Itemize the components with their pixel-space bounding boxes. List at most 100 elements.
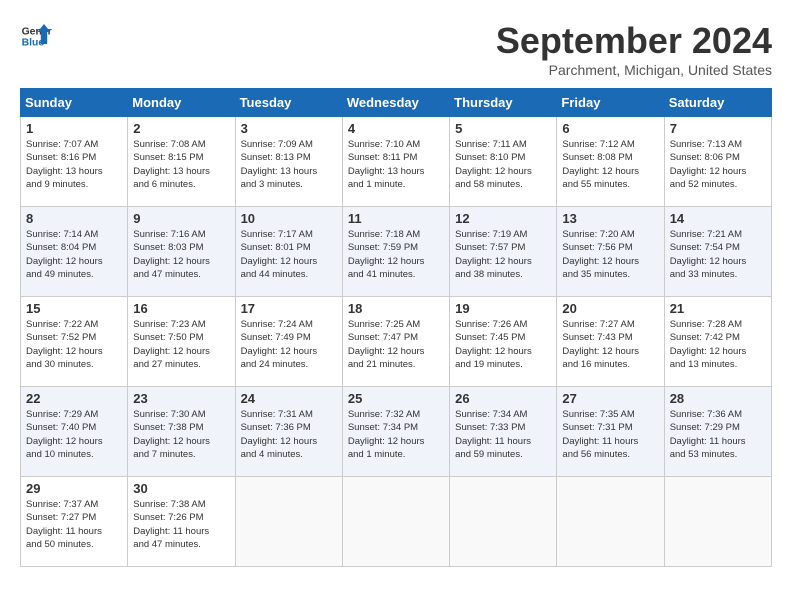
day-number: 9 — [133, 211, 229, 226]
day-cell: 19 Sunrise: 7:26 AM Sunset: 7:45 PM Dayli… — [450, 297, 557, 387]
day-number: 13 — [562, 211, 658, 226]
day-cell: 8 Sunrise: 7:14 AM Sunset: 8:04 PM Daylig… — [21, 207, 128, 297]
day-cell — [235, 477, 342, 567]
day-cell — [342, 477, 449, 567]
calendar-table: SundayMondayTuesdayWednesdayThursdayFrid… — [20, 88, 772, 567]
day-cell: 11 Sunrise: 7:18 AM Sunset: 7:59 PM Dayli… — [342, 207, 449, 297]
day-info: Sunrise: 7:16 AM Sunset: 8:03 PM Dayligh… — [133, 228, 229, 281]
week-row-5: 29 Sunrise: 7:37 AM Sunset: 7:27 PM Dayli… — [21, 477, 772, 567]
day-number: 1 — [26, 121, 122, 136]
title-block: September 2024 Parchment, Michigan, Unit… — [496, 20, 772, 78]
day-number: 11 — [348, 211, 444, 226]
day-info: Sunrise: 7:17 AM Sunset: 8:01 PM Dayligh… — [241, 228, 337, 281]
day-number: 19 — [455, 301, 551, 316]
location-subtitle: Parchment, Michigan, United States — [496, 62, 772, 78]
day-info: Sunrise: 7:30 AM Sunset: 7:38 PM Dayligh… — [133, 408, 229, 461]
day-info: Sunrise: 7:09 AM Sunset: 8:13 PM Dayligh… — [241, 138, 337, 191]
day-info: Sunrise: 7:23 AM Sunset: 7:50 PM Dayligh… — [133, 318, 229, 371]
day-info: Sunrise: 7:25 AM Sunset: 7:47 PM Dayligh… — [348, 318, 444, 371]
day-number: 25 — [348, 391, 444, 406]
day-number: 8 — [26, 211, 122, 226]
day-info: Sunrise: 7:31 AM Sunset: 7:36 PM Dayligh… — [241, 408, 337, 461]
day-info: Sunrise: 7:37 AM Sunset: 7:27 PM Dayligh… — [26, 498, 122, 551]
day-number: 6 — [562, 121, 658, 136]
day-info: Sunrise: 7:14 AM Sunset: 8:04 PM Dayligh… — [26, 228, 122, 281]
day-number: 17 — [241, 301, 337, 316]
week-row-4: 22Sunrise: 7:29 AM Sunset: 7:40 PM Dayli… — [21, 387, 772, 477]
day-cell: 1Sunrise: 7:07 AM Sunset: 8:16 PM Daylig… — [21, 117, 128, 207]
column-header-monday: Monday — [128, 89, 235, 117]
logo-icon: General Blue — [20, 20, 52, 52]
day-number: 20 — [562, 301, 658, 316]
day-cell: 7Sunrise: 7:13 AM Sunset: 8:06 PM Daylig… — [664, 117, 771, 207]
column-header-thursday: Thursday — [450, 89, 557, 117]
day-cell: 22Sunrise: 7:29 AM Sunset: 7:40 PM Dayli… — [21, 387, 128, 477]
day-cell — [557, 477, 664, 567]
day-cell — [664, 477, 771, 567]
column-header-tuesday: Tuesday — [235, 89, 342, 117]
month-title: September 2024 — [496, 20, 772, 62]
day-cell: 13 Sunrise: 7:20 AM Sunset: 7:56 PM Dayli… — [557, 207, 664, 297]
day-number: 24 — [241, 391, 337, 406]
column-header-sunday: Sunday — [21, 89, 128, 117]
day-number: 3 — [241, 121, 337, 136]
day-number: 15 — [26, 301, 122, 316]
day-info: Sunrise: 7:38 AM Sunset: 7:26 PM Dayligh… — [133, 498, 229, 551]
day-cell: 18 Sunrise: 7:25 AM Sunset: 7:47 PM Dayli… — [342, 297, 449, 387]
day-number: 18 — [348, 301, 444, 316]
day-cell: 25 Sunrise: 7:32 AM Sunset: 7:34 PM Dayli… — [342, 387, 449, 477]
calendar-header-row: SundayMondayTuesdayWednesdayThursdayFrid… — [21, 89, 772, 117]
day-number: 22 — [26, 391, 122, 406]
day-cell: 15 Sunrise: 7:22 AM Sunset: 7:52 PM Dayli… — [21, 297, 128, 387]
day-info: Sunrise: 7:35 AM Sunset: 7:31 PM Dayligh… — [562, 408, 658, 461]
day-cell: 30 Sunrise: 7:38 AM Sunset: 7:26 PM Dayli… — [128, 477, 235, 567]
day-info: Sunrise: 7:21 AM Sunset: 7:54 PM Dayligh… — [670, 228, 766, 281]
day-cell: 10 Sunrise: 7:17 AM Sunset: 8:01 PM Dayli… — [235, 207, 342, 297]
day-info: Sunrise: 7:36 AM Sunset: 7:29 PM Dayligh… — [670, 408, 766, 461]
day-cell: 24 Sunrise: 7:31 AM Sunset: 7:36 PM Dayli… — [235, 387, 342, 477]
day-cell: 9 Sunrise: 7:16 AM Sunset: 8:03 PM Daylig… — [128, 207, 235, 297]
day-cell: 12Sunrise: 7:19 AM Sunset: 7:57 PM Dayli… — [450, 207, 557, 297]
day-info: Sunrise: 7:32 AM Sunset: 7:34 PM Dayligh… — [348, 408, 444, 461]
day-number: 29 — [26, 481, 122, 496]
day-number: 27 — [562, 391, 658, 406]
day-cell: 26Sunrise: 7:34 AM Sunset: 7:33 PM Dayli… — [450, 387, 557, 477]
week-row-3: 15 Sunrise: 7:22 AM Sunset: 7:52 PM Dayli… — [21, 297, 772, 387]
week-row-1: 1Sunrise: 7:07 AM Sunset: 8:16 PM Daylig… — [21, 117, 772, 207]
day-number: 21 — [670, 301, 766, 316]
day-cell: 3 Sunrise: 7:09 AM Sunset: 8:13 PM Daylig… — [235, 117, 342, 207]
day-info: Sunrise: 7:26 AM Sunset: 7:45 PM Dayligh… — [455, 318, 551, 371]
logo: General Blue — [20, 20, 52, 52]
day-info: Sunrise: 7:24 AM Sunset: 7:49 PM Dayligh… — [241, 318, 337, 371]
day-cell: 17 Sunrise: 7:24 AM Sunset: 7:49 PM Dayli… — [235, 297, 342, 387]
day-number: 28 — [670, 391, 766, 406]
day-info: Sunrise: 7:11 AM Sunset: 8:10 PM Dayligh… — [455, 138, 551, 191]
day-info: Sunrise: 7:12 AM Sunset: 8:08 PM Dayligh… — [562, 138, 658, 191]
day-number: 7 — [670, 121, 766, 136]
day-number: 26 — [455, 391, 551, 406]
day-cell — [450, 477, 557, 567]
column-header-friday: Friday — [557, 89, 664, 117]
day-number: 16 — [133, 301, 229, 316]
page-header: General Blue September 2024 Parchment, M… — [20, 20, 772, 78]
calendar-body: 1Sunrise: 7:07 AM Sunset: 8:16 PM Daylig… — [21, 117, 772, 567]
day-cell: 20 Sunrise: 7:27 AM Sunset: 7:43 PM Dayli… — [557, 297, 664, 387]
day-number: 30 — [133, 481, 229, 496]
week-row-2: 8 Sunrise: 7:14 AM Sunset: 8:04 PM Daylig… — [21, 207, 772, 297]
day-info: Sunrise: 7:27 AM Sunset: 7:43 PM Dayligh… — [562, 318, 658, 371]
day-info: Sunrise: 7:22 AM Sunset: 7:52 PM Dayligh… — [26, 318, 122, 371]
day-number: 5 — [455, 121, 551, 136]
column-header-saturday: Saturday — [664, 89, 771, 117]
day-info: Sunrise: 7:20 AM Sunset: 7:56 PM Dayligh… — [562, 228, 658, 281]
day-number: 23 — [133, 391, 229, 406]
day-cell: 2 Sunrise: 7:08 AM Sunset: 8:15 PM Daylig… — [128, 117, 235, 207]
day-number: 4 — [348, 121, 444, 136]
day-number: 2 — [133, 121, 229, 136]
day-cell: 27 Sunrise: 7:35 AM Sunset: 7:31 PM Dayli… — [557, 387, 664, 477]
day-number: 14 — [670, 211, 766, 226]
day-info: Sunrise: 7:08 AM Sunset: 8:15 PM Dayligh… — [133, 138, 229, 191]
day-cell: 28 Sunrise: 7:36 AM Sunset: 7:29 PM Dayli… — [664, 387, 771, 477]
day-number: 10 — [241, 211, 337, 226]
day-info: Sunrise: 7:18 AM Sunset: 7:59 PM Dayligh… — [348, 228, 444, 281]
day-cell: 14 Sunrise: 7:21 AM Sunset: 7:54 PM Dayli… — [664, 207, 771, 297]
